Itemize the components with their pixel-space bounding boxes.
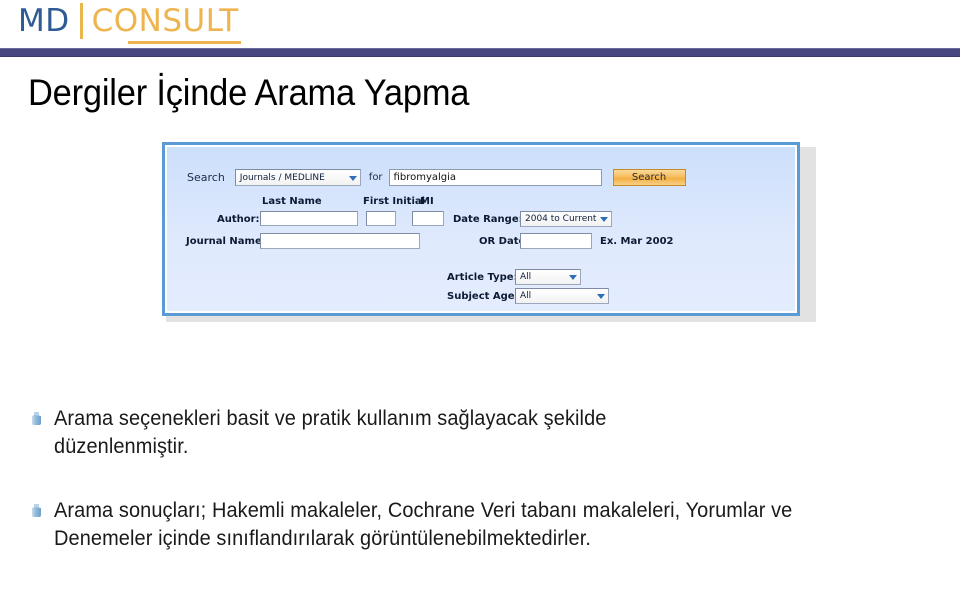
header-first-initial: First Initial bbox=[363, 196, 426, 207]
chevron-down-icon bbox=[597, 294, 605, 299]
search-query-value: fibromyalgia bbox=[393, 172, 457, 183]
date-range-label: Date Range: bbox=[453, 214, 523, 225]
author-first-initial-input[interactable] bbox=[366, 211, 396, 226]
search-button[interactable]: Search bbox=[612, 169, 686, 186]
header-accent-bar bbox=[0, 48, 960, 57]
author-row: Author: Date Range: 2004 to Current bbox=[167, 211, 795, 229]
chevron-down-icon bbox=[569, 275, 577, 280]
logo-divider bbox=[79, 3, 83, 39]
article-type-row: Article Type: All bbox=[167, 269, 795, 287]
search-form-surface: Search Journals / MEDLINE for fibromyalg… bbox=[167, 147, 795, 311]
article-type-value: All bbox=[520, 272, 532, 282]
subject-age-row: Subject Age: All bbox=[167, 288, 795, 306]
date-range-select[interactable]: 2004 to Current bbox=[520, 211, 612, 227]
chevron-down-icon bbox=[348, 175, 357, 181]
search-query-row: Search Journals / MEDLINE for fibromyalg… bbox=[187, 169, 686, 186]
header-mi: MI bbox=[420, 196, 434, 207]
search-source-value: Journals / MEDLINE bbox=[239, 172, 325, 183]
journal-name-label: Journal Name: bbox=[186, 236, 266, 247]
or-date-input[interactable] bbox=[520, 233, 592, 249]
page-title: Dergiler İçinde Arama Yapma bbox=[28, 72, 470, 113]
search-button-label: Search bbox=[631, 172, 667, 183]
bullet-item: Arama seçenekleri basit ve pratik kullan… bbox=[32, 405, 772, 461]
chevron-down-icon bbox=[600, 217, 608, 222]
article-type-label: Article Type: bbox=[447, 272, 518, 283]
bullet-text: Arama seçenekleri basit ve pratik kullan… bbox=[54, 407, 607, 458]
author-mi-input[interactable] bbox=[412, 211, 444, 226]
brand-header: MD CONSULT bbox=[0, 0, 960, 58]
bullet-marker-icon bbox=[32, 504, 41, 520]
author-label: Author: bbox=[217, 214, 260, 225]
for-label: for bbox=[368, 172, 383, 183]
bullet-text: Arama sonuçları; Hakemli makaleler, Coch… bbox=[54, 499, 793, 550]
or-date-example: Ex. Mar 2002 bbox=[600, 236, 674, 247]
subject-age-select[interactable]: All bbox=[515, 288, 609, 304]
subject-age-label: Subject Age: bbox=[447, 291, 519, 302]
author-last-name-input[interactable] bbox=[260, 211, 358, 226]
search-source-select[interactable]: Journals / MEDLINE bbox=[234, 169, 361, 186]
logo-md-text: MD bbox=[18, 3, 70, 39]
logo-underline bbox=[128, 41, 241, 44]
logo-consult-text: CONSULT bbox=[91, 3, 239, 39]
journal-row: Journal Name: OR Date: Ex. Mar 2002 bbox=[167, 233, 795, 251]
journal-name-input[interactable] bbox=[260, 233, 420, 249]
subject-age-value: All bbox=[520, 291, 532, 301]
date-range-value: 2004 to Current bbox=[525, 214, 597, 224]
md-consult-logo: MD CONSULT bbox=[18, 1, 239, 45]
search-form-panel: Search Journals / MEDLINE for fibromyalg… bbox=[162, 142, 800, 316]
search-query-input[interactable]: fibromyalgia bbox=[388, 169, 602, 186]
bullet-item: Arama sonuçları; Hakemli makaleler, Coch… bbox=[32, 497, 862, 553]
header-last-name: Last Name bbox=[262, 196, 322, 207]
search-label: Search bbox=[187, 171, 225, 184]
bullet-marker-icon bbox=[32, 412, 41, 428]
article-type-select[interactable]: All bbox=[515, 269, 581, 285]
